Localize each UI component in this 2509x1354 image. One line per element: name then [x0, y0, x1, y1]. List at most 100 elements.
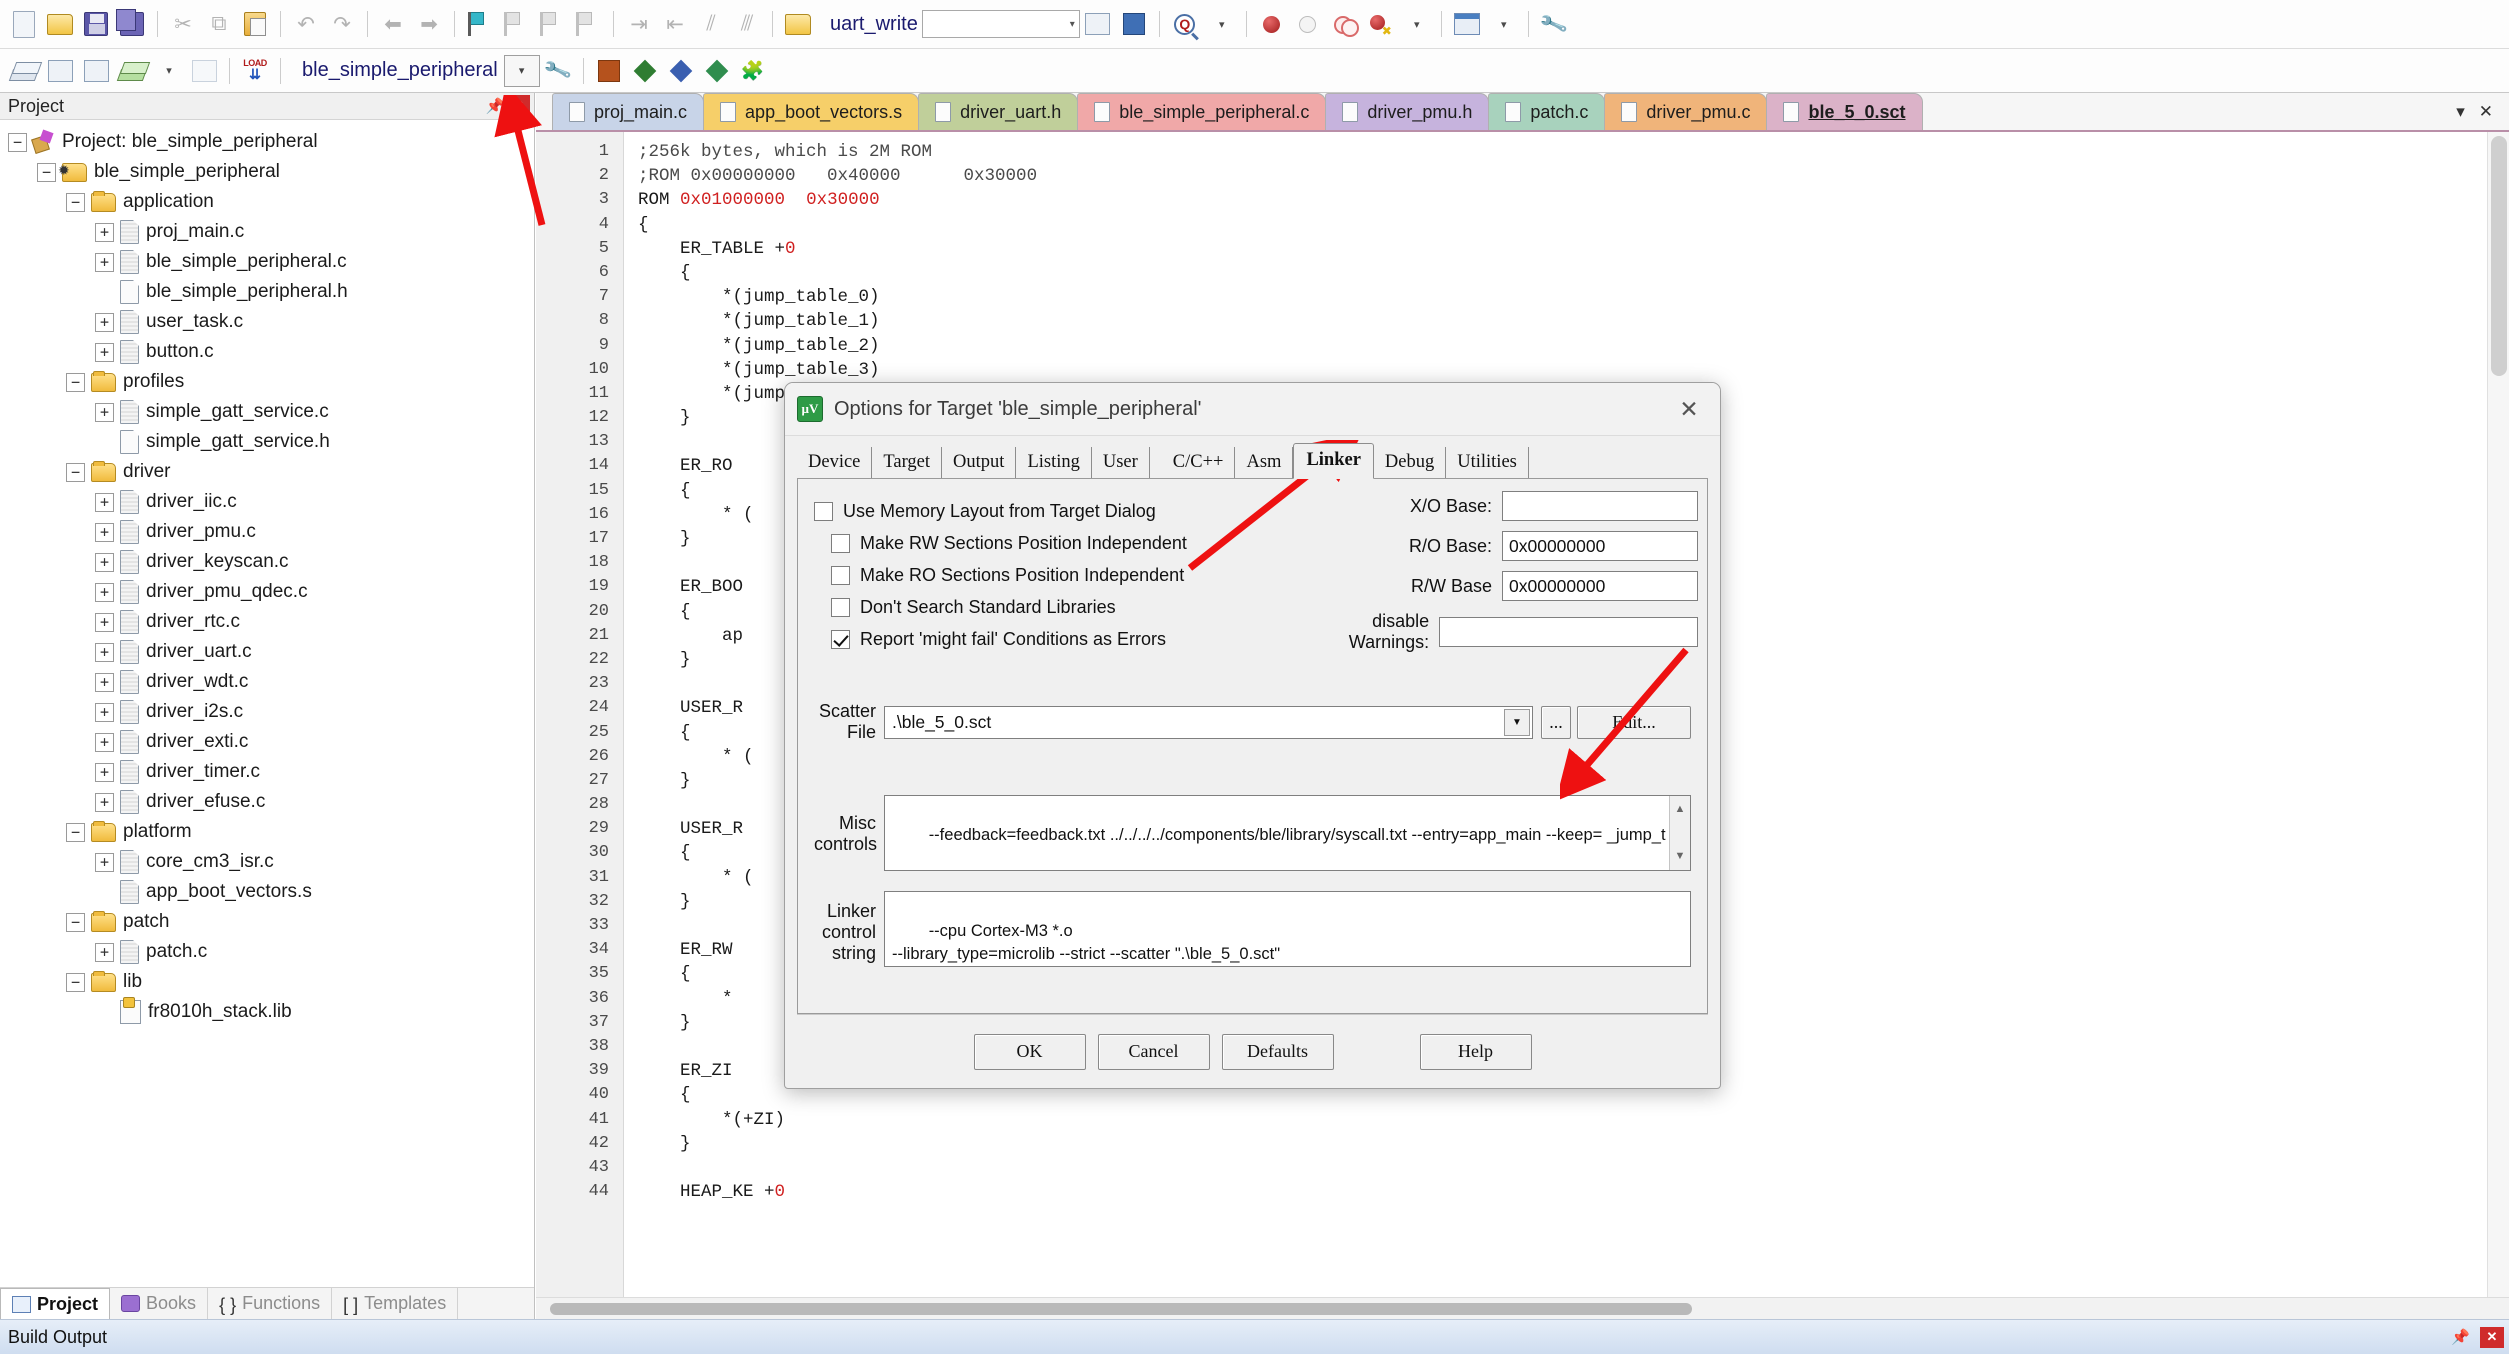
checkbox-icon[interactable] — [831, 565, 850, 585]
breakpoint-disable-icon[interactable] — [1290, 6, 1326, 42]
collapse-icon[interactable]: − — [66, 192, 85, 212]
translate-icon[interactable] — [6, 53, 42, 89]
svcs-icon[interactable] — [663, 53, 699, 89]
dialog-tab-device[interactable]: Device — [797, 447, 873, 478]
tree-item[interactable]: + simple_gatt_service.c — [0, 397, 534, 427]
expand-icon[interactable]: + — [95, 222, 114, 242]
dialog-tab-utilities[interactable]: Utilities — [1446, 447, 1529, 478]
tree-item[interactable]: + driver_i2s.c — [0, 697, 534, 727]
ok-button[interactable]: OK — [973, 1033, 1086, 1070]
checkbox-icon[interactable] — [814, 501, 833, 521]
panel-tab-functions[interactable]: { } Functions — [208, 1288, 333, 1319]
save-all-icon[interactable] — [114, 6, 150, 42]
stop-build-icon[interactable] — [186, 53, 222, 89]
configure-icon[interactable]: 🔧 — [1536, 6, 1572, 42]
find-dropdown-icon[interactable]: ▾ — [1203, 6, 1239, 42]
find-in-files-icon[interactable]: Q — [1167, 6, 1203, 42]
breakpoint-dropdown-icon[interactable]: ▾ — [1398, 6, 1434, 42]
pin-icon[interactable]: 📌 — [484, 96, 506, 116]
scatter-file-edit-button[interactable]: Edit... — [1577, 705, 1691, 739]
checkbox-row[interactable]: Make RW Sections Position Independent — [814, 527, 1284, 559]
breakpoint-list-icon[interactable] — [1326, 6, 1362, 42]
editor-vertical-scrollbar[interactable] — [2487, 132, 2509, 1297]
expand-icon[interactable]: + — [95, 492, 114, 512]
expand-icon[interactable]: + — [95, 612, 114, 632]
batch-build-icon[interactable] — [114, 53, 150, 89]
tree-item[interactable]: + driver_keyscan.c — [0, 547, 534, 577]
collapse-icon[interactable]: − — [66, 822, 85, 842]
batch-build-dropdown-icon[interactable]: ▾ — [150, 53, 186, 89]
misc-controls-textarea[interactable]: --feedback=feedback.txt ../../../../comp… — [884, 795, 1691, 871]
tree-item[interactable]: simple_gatt_service.h — [0, 427, 534, 457]
breakpoint-icon[interactable] — [1254, 6, 1290, 42]
pin-icon[interactable]: 📌 — [2451, 1328, 2470, 1346]
checkbox-icon[interactable] — [831, 533, 850, 553]
tree-item[interactable]: fr8010h_stack.lib — [0, 997, 534, 1027]
panel-tab-books[interactable]: Books — [110, 1288, 209, 1319]
checkbox-row[interactable]: Report 'might fail' Conditions as Errors — [814, 623, 1284, 655]
tree-item[interactable]: + patch.c — [0, 937, 534, 967]
build-icon[interactable] — [42, 53, 78, 89]
expand-icon[interactable]: + — [95, 342, 114, 362]
tree-item[interactable]: + driver_iic.c — [0, 487, 534, 517]
tree-item[interactable]: + ble_simple_peripheral.c — [0, 247, 534, 277]
expand-icon[interactable]: + — [95, 312, 114, 332]
defaults-button[interactable]: Defaults — [1221, 1033, 1334, 1070]
tree-item[interactable]: + proj_main.c — [0, 217, 534, 247]
new-file-icon[interactable] — [6, 6, 42, 42]
help-button[interactable]: Help — [1419, 1033, 1532, 1070]
cancel-button[interactable]: Cancel — [1097, 1033, 1210, 1070]
redo-icon[interactable]: ↷ — [324, 6, 360, 42]
field-input[interactable]: 0x00000000 — [1502, 531, 1698, 561]
expand-icon[interactable]: + — [95, 582, 114, 602]
editor-tab[interactable]: patch.c — [1488, 93, 1606, 130]
checkbox-row[interactable]: Use Memory Layout from Target Dialog — [814, 495, 1284, 527]
import-icon[interactable] — [1116, 6, 1152, 42]
dialog-tab-linker[interactable]: Linker — [1293, 443, 1374, 479]
tree-item[interactable]: − lib — [0, 967, 534, 997]
checkbox-icon[interactable] — [831, 629, 850, 649]
tree-item[interactable]: − patch — [0, 907, 534, 937]
field-input[interactable] — [1439, 617, 1698, 647]
panel-tab-templates[interactable]: [ ] Templates — [332, 1288, 459, 1319]
close-icon[interactable]: ✕ — [506, 95, 530, 117]
open-function-icon[interactable] — [780, 6, 816, 42]
cut-icon[interactable]: ✂ — [165, 6, 201, 42]
dialog-tab-target[interactable]: Target — [872, 447, 943, 478]
expand-icon[interactable]: + — [95, 852, 114, 872]
dialog-tab-debug[interactable]: Debug — [1374, 447, 1447, 478]
tree-item[interactable]: + driver_timer.c — [0, 757, 534, 787]
tree-item[interactable]: − application — [0, 187, 534, 217]
expand-icon[interactable]: + — [95, 522, 114, 542]
close-icon[interactable]: ✕ — [1670, 392, 1708, 426]
bookmark-prev-icon[interactable] — [498, 6, 534, 42]
dialog-tab-strip[interactable]: Device Target Output Listing User C/C++ Asm Lin… — [785, 436, 1720, 479]
linker-control-string-textarea[interactable]: --cpu Cortex-M3 *.o --library_type=micro… — [884, 891, 1691, 967]
scroll-down-icon[interactable]: ▼ — [1675, 845, 1686, 868]
navigate-back-icon[interactable]: ⬅ — [375, 6, 411, 42]
tree-item[interactable]: − platform — [0, 817, 534, 847]
tree-item[interactable]: + driver_uart.c — [0, 637, 534, 667]
dialog-tab-output[interactable]: Output — [942, 447, 1017, 478]
navigate-forward-icon[interactable]: ➡ — [411, 6, 447, 42]
undo-icon[interactable]: ↶ — [288, 6, 324, 42]
load-icon[interactable]: LOAD ⇊ — [237, 53, 273, 89]
tree-item[interactable]: app_boot_vectors.s — [0, 877, 534, 907]
expand-icon[interactable]: + — [95, 672, 114, 692]
dialog-tab-listing[interactable]: Listing — [1016, 447, 1092, 478]
tree-item[interactable]: + driver_efuse.c — [0, 787, 534, 817]
target-dropdown[interactable]: ▾ — [503, 54, 540, 87]
bookmark-toggle-icon[interactable] — [462, 6, 498, 42]
tree-item[interactable]: + driver_pmu.c — [0, 517, 534, 547]
expand-icon[interactable]: + — [95, 402, 114, 422]
expand-icon[interactable]: + — [95, 942, 114, 962]
tree-item[interactable]: + button.c — [0, 337, 534, 367]
dialog-tab-c-c++[interactable]: C/C++ — [1162, 447, 1236, 478]
outdent-icon[interactable]: ⇤ — [657, 6, 693, 42]
editor-tab[interactable]: proj_main.c — [552, 93, 705, 130]
tree-item[interactable]: − Project: ble_simple_peripheral — [0, 127, 534, 157]
window-layout-icon[interactable] — [1449, 6, 1485, 42]
target-options-icon[interactable]: 🔧 — [540, 53, 576, 89]
tree-item[interactable]: + driver_pmu_qdec.c — [0, 577, 534, 607]
checkbox-icon[interactable] — [831, 597, 850, 617]
